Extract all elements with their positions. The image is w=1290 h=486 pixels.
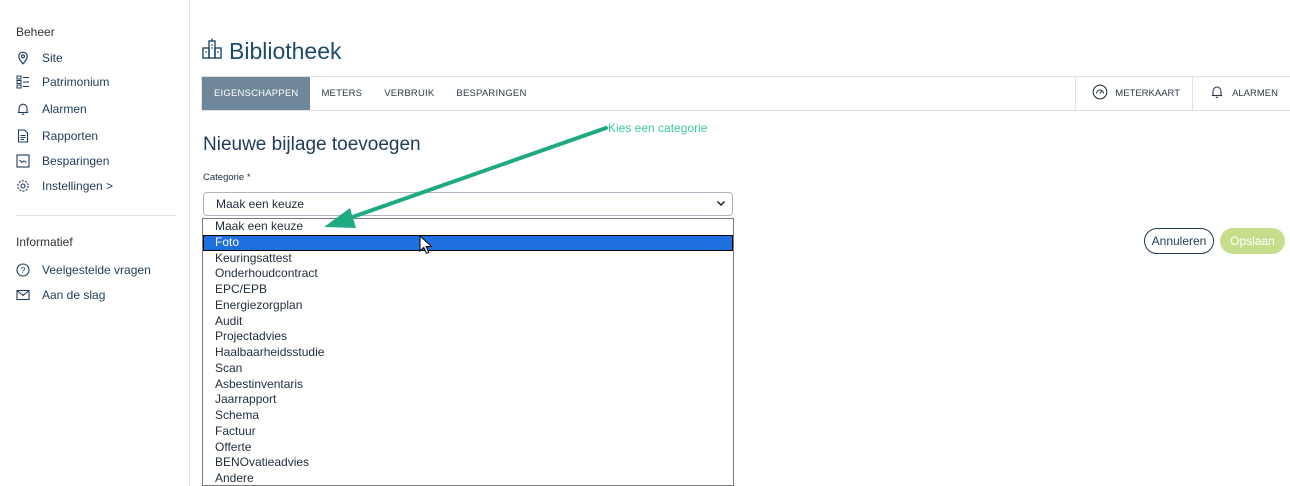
gear-icon xyxy=(16,179,30,193)
sidebar-item-label: Aan de slag xyxy=(42,288,106,302)
dropdown-option[interactable]: Andere xyxy=(203,471,733,486)
section-title-beheer: Beheer xyxy=(16,25,55,39)
sidebar-item-besparingen[interactable]: Besparingen xyxy=(16,151,109,171)
building-icon xyxy=(201,38,229,65)
tab-eigenschappen[interactable]: EIGENSCHAPPEN xyxy=(202,77,311,110)
mouse-cursor-icon xyxy=(419,235,433,255)
sidebar: Beheer Site Patrimonium Alarmen Rapporte… xyxy=(0,0,190,486)
save-button[interactable]: Opslaan xyxy=(1220,228,1285,254)
dropdown-option[interactable]: Schema xyxy=(203,408,733,424)
dropdown-option[interactable]: BENOvatieadvies xyxy=(203,455,733,471)
dropdown-option[interactable]: Energiezorgplan xyxy=(203,298,733,314)
sidebar-item-label: Veelgestelde vragen xyxy=(42,263,151,277)
section-title-informatief: Informatief xyxy=(16,235,73,249)
dropdown-option[interactable]: Keuringsattest xyxy=(203,251,733,267)
tab-besparingen[interactable]: BESPARINGEN xyxy=(445,77,537,110)
mail-icon xyxy=(16,288,30,302)
dropdown-option[interactable]: Projectadvies xyxy=(203,329,733,345)
category-select-value: Maak een keuze xyxy=(216,197,305,211)
sidebar-item-label: Site xyxy=(42,51,63,65)
sidebar-item-site[interactable]: Site xyxy=(16,48,63,68)
tab-meters[interactable]: METERS xyxy=(310,77,373,110)
sidebar-item-instellingen[interactable]: Instellingen > xyxy=(16,176,113,196)
sidebar-divider xyxy=(16,215,176,216)
dropdown-option[interactable]: Offerte xyxy=(203,440,733,456)
dropdown-option[interactable]: Factuur xyxy=(203,424,733,440)
tab-bar: EIGENSCHAPPEN METERS VERBRUIK BESPARINGE… xyxy=(201,76,1290,111)
tab-verbruik[interactable]: VERBRUIK xyxy=(373,77,445,110)
dropdown-option[interactable]: EPC/EPB xyxy=(203,282,733,298)
alarmen-label: ALARMEN xyxy=(1232,88,1278,99)
meter-gauge-icon xyxy=(1092,84,1115,103)
sidebar-item-label: Besparingen xyxy=(42,154,110,168)
dropdown-option[interactable]: Audit xyxy=(203,314,733,330)
meterkaart-label: METERKAART xyxy=(1115,88,1181,99)
annotation-arrow-icon xyxy=(324,126,608,228)
dropdown-option[interactable]: Jaarrapport xyxy=(203,392,733,408)
sidebar-item-label: Patrimonium xyxy=(42,75,110,89)
dropdown-option-highlighted[interactable]: Foto xyxy=(203,234,733,251)
sidebar-item-label: Alarmen xyxy=(42,102,87,116)
chevron-down-icon xyxy=(716,198,726,211)
sidebar-item-alarmen[interactable]: Alarmen xyxy=(16,99,87,119)
page-title-text: Bibliotheek xyxy=(229,38,342,64)
dropdown-option[interactable]: Asbestinventaris xyxy=(203,377,733,393)
list-icon xyxy=(16,75,30,89)
alarmen-button[interactable]: ALARMEN xyxy=(1192,77,1290,110)
question-icon: ? xyxy=(16,263,30,277)
dropdown-option[interactable]: Haalbaarheidsstudie xyxy=(203,345,733,361)
category-dropdown-list: Maak een keuze Foto Keuringsattest Onder… xyxy=(202,218,734,486)
cancel-button[interactable]: Annuleren xyxy=(1144,228,1214,254)
location-pin-icon xyxy=(16,51,30,65)
category-label: Categorie * xyxy=(203,172,251,183)
svg-text:?: ? xyxy=(21,265,26,275)
sidebar-item-veelgestelde-vragen[interactable]: ? Veelgestelde vragen xyxy=(16,260,151,280)
bell-icon xyxy=(16,102,30,116)
bell-icon xyxy=(1209,84,1232,103)
sidebar-item-label: Instellingen > xyxy=(42,179,114,193)
dropdown-option[interactable]: Onderhoudcontract xyxy=(203,266,733,282)
sidebar-item-label: Rapporten xyxy=(42,129,99,143)
meterkaart-button[interactable]: METERKAART xyxy=(1075,77,1192,110)
page-title: Bibliotheek xyxy=(201,38,342,65)
document-icon xyxy=(16,129,30,143)
sidebar-item-aan-de-slag[interactable]: Aan de slag xyxy=(16,285,105,305)
dropdown-option[interactable]: Scan xyxy=(203,361,733,377)
savings-chart-icon xyxy=(16,154,30,168)
sidebar-item-patrimonium[interactable]: Patrimonium xyxy=(16,72,109,92)
sidebar-item-rapporten[interactable]: Rapporten xyxy=(16,126,98,146)
